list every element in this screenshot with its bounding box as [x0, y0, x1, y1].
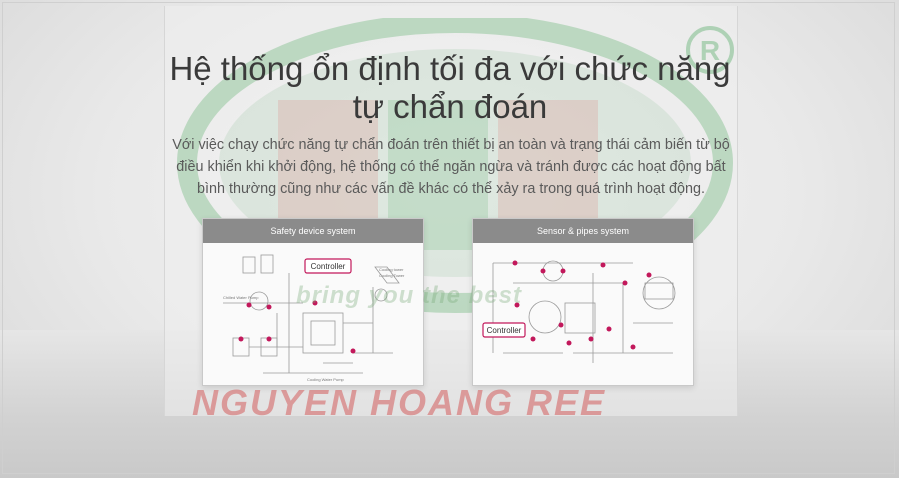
screen-frame — [2, 2, 895, 474]
